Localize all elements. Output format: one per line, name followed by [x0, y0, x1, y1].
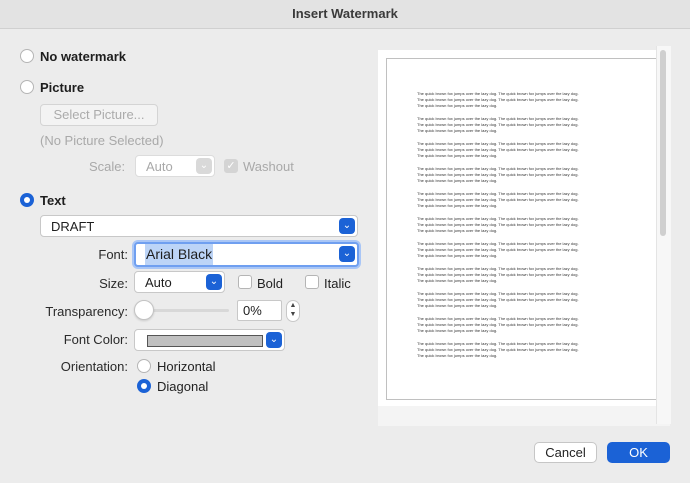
transparency-input[interactable]: 0%: [237, 300, 282, 321]
cancel-button[interactable]: Cancel: [534, 442, 597, 463]
text-radio[interactable]: [20, 193, 34, 207]
watermark-text-value: DRAFT: [51, 219, 95, 234]
preview-text-line: The quick brown fox jumps over the lazy …: [417, 153, 498, 158]
font-select[interactable]: Arial Black ⌄: [134, 242, 359, 267]
preview-text-line: The quick brown fox jumps over the lazy …: [417, 228, 498, 233]
font-value: Arial Black: [145, 244, 214, 265]
chevron-down-icon: ⌄: [196, 158, 212, 174]
no-picture-selected-text: (No Picture Selected): [40, 133, 164, 148]
preview-text-line: The quick brown fox jumps over the lazy …: [417, 303, 498, 308]
font-color-label: Font Color:: [63, 332, 128, 347]
italic-checkbox[interactable]: [305, 275, 319, 289]
chevron-down-icon: ⌄: [266, 332, 282, 348]
font-label: Font:: [98, 247, 128, 262]
ok-button[interactable]: OK: [607, 442, 670, 463]
diagonal-radio[interactable]: [137, 379, 151, 393]
preview-text-line: The quick brown fox jumps over the lazy …: [417, 203, 498, 208]
transparency-value: 0%: [243, 303, 262, 318]
picture-label[interactable]: Picture: [40, 80, 84, 95]
preview-scrollbar[interactable]: [660, 50, 666, 236]
size-select[interactable]: Auto ⌄: [134, 271, 225, 293]
scale-value: Auto: [146, 159, 173, 174]
font-color-select[interactable]: ⌄: [134, 329, 285, 351]
transparency-stepper[interactable]: ▲ ▼: [286, 300, 300, 322]
watermark-text-select[interactable]: DRAFT ⌄: [40, 215, 358, 237]
stepper-down-icon[interactable]: ▼: [287, 310, 299, 319]
font-color-swatch: [147, 335, 263, 347]
text-label[interactable]: Text: [40, 193, 66, 208]
stepper-up-icon[interactable]: ▲: [287, 301, 299, 310]
size-value: Auto: [145, 275, 172, 290]
chevron-down-icon: ⌄: [339, 246, 355, 262]
picture-radio[interactable]: [20, 80, 34, 94]
preview-page: The quick brown fox jumps over the lazy …: [386, 58, 662, 400]
preview-text-line: The quick brown fox jumps over the lazy …: [417, 253, 498, 258]
preview-text-line: The quick brown fox jumps over the lazy …: [417, 128, 498, 133]
chevron-down-icon: ⌄: [206, 274, 222, 290]
transparency-slider-thumb[interactable]: [134, 300, 154, 320]
no-watermark-radio[interactable]: [20, 49, 34, 63]
preview-text-line: The quick brown fox jumps over the lazy …: [417, 103, 498, 108]
scale-label: Scale:: [89, 159, 126, 174]
transparency-label: Transparency:: [45, 304, 128, 319]
preview-text-line: The quick brown fox jumps over the lazy …: [417, 278, 498, 283]
bold-label: Bold: [257, 276, 284, 291]
select-picture-button[interactable]: Select Picture...: [40, 104, 158, 126]
size-label: Size:: [99, 276, 128, 291]
italic-label: Italic: [324, 276, 351, 291]
preview-shadow: [378, 406, 670, 426]
chevron-down-icon: ⌄: [339, 218, 355, 234]
scale-select[interactable]: Auto ⌄: [135, 155, 215, 177]
orientation-label: Orientation:: [60, 359, 128, 374]
diagonal-label[interactable]: Diagonal: [157, 379, 208, 394]
bold-checkbox[interactable]: [238, 275, 252, 289]
preview-text-line: The quick brown fox jumps over the lazy …: [417, 353, 498, 358]
horizontal-radio[interactable]: [137, 359, 151, 373]
window-title: Insert Watermark: [0, 0, 690, 29]
washout-checkbox[interactable]: ✓: [224, 159, 238, 173]
preview-text-line: The quick brown fox jumps over the lazy …: [417, 328, 498, 333]
checkmark-icon: ✓: [226, 160, 236, 172]
preview-text-line: The quick brown fox jumps over the lazy …: [417, 178, 498, 183]
horizontal-label[interactable]: Horizontal: [157, 359, 216, 374]
no-watermark-label[interactable]: No watermark: [40, 49, 126, 64]
washout-label: Washout: [243, 159, 294, 174]
